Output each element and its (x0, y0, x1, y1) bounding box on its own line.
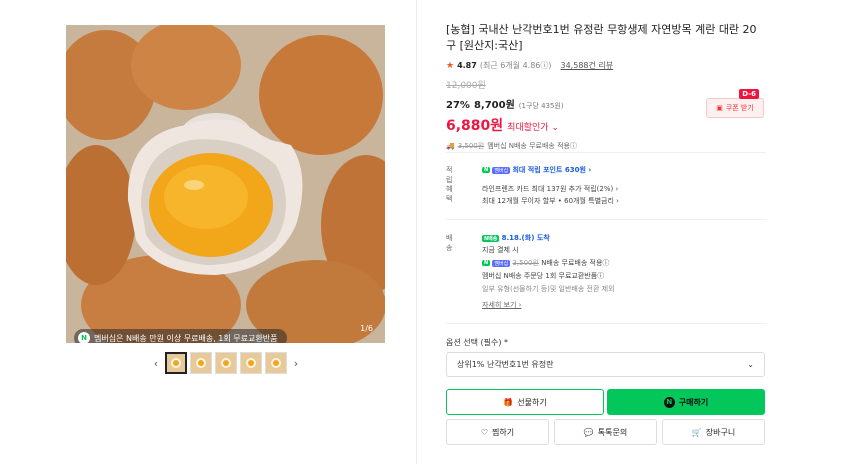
delivery-strike-fee: 3,500원 (512, 259, 539, 267)
chat-bubble-icon: 💬 (583, 427, 594, 437)
delivery-free-note: N배송 무료배송 적용ⓘ (541, 259, 610, 267)
wish-button[interactable]: ♡ 찜하기 (446, 419, 549, 445)
delivery-free-group: N 멤버십 3,500원 N배송 무료배송 적용ⓘ (482, 258, 609, 268)
product-main-image[interactable]: N 멤버십은 N배송 만원 이상 무료배송, 1회 무료교환반품 1/6 (66, 25, 385, 343)
review-count-link[interactable]: 34,588건 리뷰 (561, 60, 614, 71)
benefit-label: 혜택 (446, 185, 453, 203)
original-price: 12,000원 (446, 81, 486, 91)
cart-icon: 🛒 (691, 427, 702, 437)
product-gallery: N 멤버십은 N배송 만원 이상 무료배송, 1회 무료교환반품 1/6 ‹ › (0, 0, 416, 464)
membership-badge: 멤버십 (492, 259, 511, 267)
points-label: 적립 (446, 166, 453, 184)
delivery-label: 배송 (446, 234, 453, 252)
naver-membership-icon: N (78, 332, 90, 343)
delivery-exclusion-note: 일부 유형(선물하기 등)및 일반배송 전환 제외 (482, 285, 615, 293)
delivery-date-group: N배송 8.18.(화) 도착 (482, 233, 550, 243)
membership-badge: 멤버십 (492, 166, 511, 174)
gift-icon: 🎁 (503, 397, 514, 407)
product-summary: [농협] 국내산 난각번호1번 유정란 무항생제 자연방목 계란 대란 20구 … (446, 22, 766, 151)
gift-button[interactable]: 🎁 선물하기 (446, 389, 604, 415)
shipping-note: 멤버십 N배송 무료배송 적용ⓘ (487, 142, 577, 150)
option-label: 옵션 선택 (필수) * (446, 338, 509, 347)
talk-inquiry-button[interactable]: 💬 톡톡문의 (554, 419, 657, 445)
benefit-card[interactable]: 라인프렌즈 카드 최대 137원 추가 적립(2%) › (482, 184, 618, 194)
chevron-down-icon: ⌄ (747, 360, 754, 369)
heart-icon: ♡ (480, 427, 489, 437)
section-divider (446, 152, 766, 153)
points-value: 최대 적립 포인트 630원 › (512, 166, 592, 174)
delivery-date: 8.18.(화) 도착 (501, 234, 550, 242)
max-discount-price: 6,880원 (446, 118, 504, 134)
section-divider (446, 219, 766, 220)
thumbnail-1[interactable] (165, 352, 187, 374)
thumbnail-4[interactable] (240, 352, 262, 374)
talk-label: 톡톡문의 (597, 427, 628, 437)
section-divider (446, 323, 766, 324)
rating-score: 4.87 (457, 61, 477, 70)
rating-row: ★ 4.87 (최근 6개월 4.86ⓘ) 34,588건 리뷰 (446, 60, 766, 71)
coupon-icon: ▣ (716, 104, 723, 112)
cart-label: 장바구니 (705, 427, 736, 437)
shipping-row: 🚚 3,500원 멤버십 N배송 무료배송 적용ⓘ (446, 141, 766, 151)
coupon-label: 쿠폰 받기 (725, 104, 754, 112)
buy-label: 구매하기 (678, 397, 709, 407)
unit-price: (1구당 435원) (518, 102, 564, 110)
thumbnail-prev-icon[interactable]: ‹ (150, 352, 162, 374)
n-delivery-badge: N배송 (482, 234, 500, 242)
rating-sub[interactable]: (최근 6개월 4.86ⓘ) (480, 60, 552, 71)
coupon-dday-badge: D-6 (739, 89, 759, 99)
egg-photo (66, 25, 385, 343)
option-selected-value: 상위1% 난각번호1번 유정란 (457, 360, 554, 369)
max-discount-toggle[interactable]: 최대할인가 ⌄ (507, 120, 559, 133)
truck-icon: 🚚 (446, 142, 455, 150)
membership-banner: N 멤버십은 N배송 만원 이상 무료배송, 1회 무료교환반품 (74, 329, 288, 343)
discount-percent: 27% (446, 100, 470, 111)
thumbnail-2[interactable] (190, 352, 212, 374)
buy-button[interactable]: N 구매하기 (607, 389, 765, 415)
coupon-button[interactable]: D-6 ▣ 쿠폰 받기 (706, 89, 764, 118)
delivery-pay-now: 지금 결제 시 (482, 246, 519, 254)
wish-label: 찜하기 (492, 427, 515, 437)
shipping-original-fee: 3,500원 (457, 142, 485, 150)
thumbnail-3[interactable] (215, 352, 237, 374)
star-icon: ★ (446, 60, 455, 71)
thumbnail-next-icon[interactable]: › (290, 352, 302, 374)
thumbnail-strip: ‹ › (150, 351, 302, 375)
cart-button[interactable]: 🛒 장바구니 (662, 419, 765, 445)
delivery-exchange-note: 멤버십 N배송 주문당 1회 무료교환반품ⓘ (482, 272, 605, 280)
sale-price: 8,700원 (473, 100, 515, 111)
membership-banner-text: 멤버십은 N배송 만원 이상 무료배송, 1회 무료교환반품 (94, 333, 278, 343)
naver-pay-icon: N (663, 396, 675, 408)
product-title: [농협] 국내산 난각번호1번 유정란 무항생제 자연방목 계란 대란 20구 … (446, 23, 757, 52)
column-divider (416, 0, 417, 464)
thumbnail-5[interactable] (265, 352, 287, 374)
option-select[interactable]: 상위1% 난각번호1번 유정란 ⌄ (446, 352, 765, 377)
benefit-installment[interactable]: 최대 12개월 무이자 할부 • 60개월 특별금리 › (482, 196, 619, 206)
gift-label: 선물하기 (517, 397, 547, 407)
delivery-more-link[interactable]: 자세히 보기 › (482, 300, 521, 310)
points-value-group[interactable]: N 멤버십 최대 적립 포인트 630원 › (482, 165, 591, 175)
naver-n-badge: N (482, 260, 491, 266)
max-discount-row: 6,880원 최대할인가 ⌄ (446, 115, 766, 135)
naver-n-badge: N (482, 167, 491, 173)
image-counter: 1/6 (360, 324, 373, 333)
